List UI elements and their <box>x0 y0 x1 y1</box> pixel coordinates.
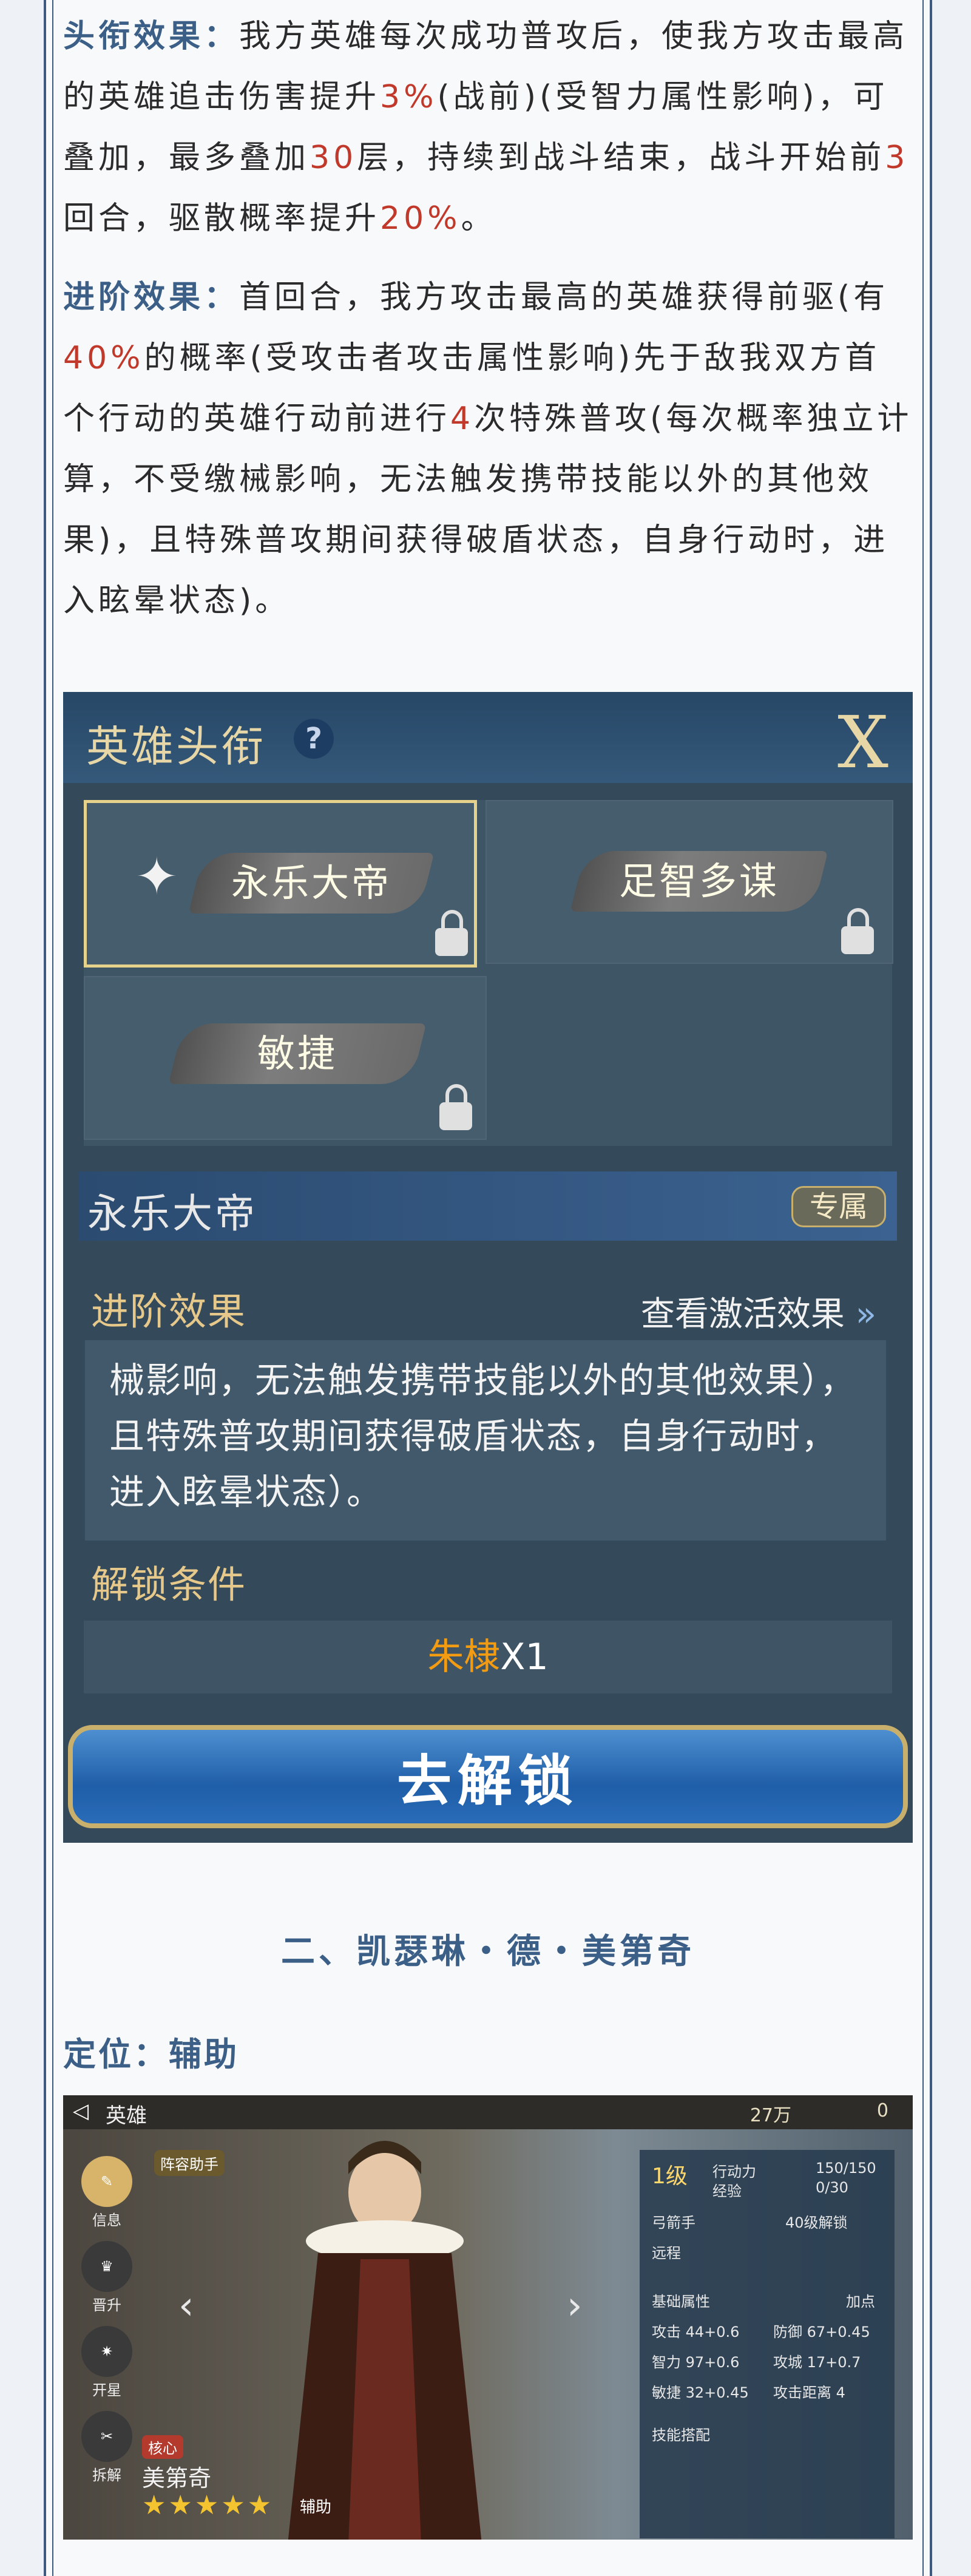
effect-description: 械影响，无法触发携带技能以外的其他效果），且特殊普攻期间获得破盾状态，自身行动时… <box>109 1360 857 1513</box>
back-icon[interactable]: ◁ <box>73 2099 89 2123</box>
view-activation-link[interactable]: 查看激活效果 » <box>641 1287 876 1336</box>
selected-title-bar: 永乐大帝 专属 <box>79 1171 897 1241</box>
go-unlock-button[interactable]: 去解锁 <box>68 1725 908 1828</box>
attr-intellect: 智力 97+0.6 <box>652 2354 740 2371</box>
unlock-condition-heading: 解锁条件 <box>91 1562 247 1607</box>
lock-icon <box>435 910 468 956</box>
sparkle-icon: ✦ <box>135 847 178 906</box>
title-card-zuzhi[interactable]: 足智多谋 <box>486 800 893 964</box>
info-icon[interactable]: ✎ <box>81 2156 132 2207</box>
title-pill: 足智多谋 <box>570 851 828 912</box>
title-card-yongle[interactable]: ✦ 永乐大帝 <box>84 800 477 968</box>
attr-siege: 攻城 17+0.7 <box>773 2354 861 2371</box>
hero-level: 1级 <box>652 2164 688 2189</box>
class-label: 弓箭手 <box>652 2214 695 2231</box>
lock-icon <box>439 1084 472 1130</box>
unlock-hero-name: 朱棣 <box>427 1636 501 1678</box>
side-label: 开星 <box>92 2382 121 2399</box>
double-chevron-icon: » <box>855 1295 876 1334</box>
star-up-icon[interactable]: ✷ <box>81 2326 132 2377</box>
value: 3 <box>885 140 909 176</box>
currency-gems: 0 <box>876 2100 888 2121</box>
hero-stars: ★★★★★ <box>142 2490 274 2521</box>
text: 。 <box>461 200 496 237</box>
text: 回合，驱散概率提升 <box>63 200 381 237</box>
hero-title-dialog: 英雄头衔 ? X ✦ 永乐大帝 足智多谋 敏捷 永乐大帝 专属 进阶效果 查看激… <box>63 692 913 1843</box>
exp-label: 经验 <box>712 2183 742 2200</box>
core-tag: 核心 <box>142 2435 183 2459</box>
advanced-effect-paragraph: 进阶效果：首回合，我方攻击最高的英雄获得前驱(有40%的概率(受攻击者攻击属性影… <box>63 267 913 631</box>
side-label: 晋升 <box>92 2297 121 2314</box>
close-button[interactable]: X <box>837 700 888 784</box>
side-label: 信息 <box>92 2212 121 2229</box>
skill-setup-label: 技能搭配 <box>652 2427 710 2444</box>
value: 20% <box>380 200 461 237</box>
effect-description-box: 械影响，无法触发携带技能以外的其他效果），且特殊普攻期间获得破盾状态，自身行动时… <box>85 1340 886 1541</box>
hero-portrait <box>288 2141 482 2540</box>
unlock-condition-row: 朱棣X1 <box>84 1621 892 1693</box>
screen-title: 英雄 <box>106 2104 147 2128</box>
attr-agility: 敏捷 32+0.45 <box>652 2384 749 2401</box>
link-label: 查看激活效果 <box>640 1295 845 1334</box>
section-heading: 二、凯瑟琳・德・美第奇 <box>281 1932 695 1971</box>
selected-title-name: 永乐大帝 <box>87 1190 257 1237</box>
value: 30 <box>310 140 357 176</box>
title-label: 敏捷 <box>257 1031 337 1076</box>
lineup-assistant-button[interactable]: 阵容助手 <box>154 2150 225 2176</box>
dialog-header: 英雄头衔 ? X <box>63 692 913 784</box>
next-hero-arrow[interactable]: › <box>567 2283 583 2328</box>
article-frame: 头衔效果：我方英雄每次成功普攻后，使我方攻击最高的英雄追击伤害提升3%(战前)(… <box>44 0 932 2576</box>
title-label: 足智多谋 <box>618 859 779 903</box>
value: 3% <box>380 79 438 115</box>
hero-detail-screen: ◁ 英雄 27万 0 ✎ 信息 ♛ 晋升 ✷ 开星 ✂ 拆解 阵容助手 ‹ › … <box>63 2095 913 2540</box>
range-label: 远程 <box>652 2245 681 2262</box>
hero-stats-panel: 1级 行动力 150/150 经验 0/30 弓箭手 远程 40级解锁 基础属性… <box>640 2150 895 2538</box>
text: 层，持续到战斗结束，战斗开始前 <box>357 140 885 176</box>
title-pill: 永乐大帝 <box>188 853 435 913</box>
dismantle-icon[interactable]: ✂ <box>81 2411 132 2462</box>
base-attributes-label: 基础属性 <box>652 2293 710 2310</box>
value: 40% <box>63 340 144 376</box>
help-icon[interactable]: ? <box>294 719 334 759</box>
side-menu: ✎ 信息 ♛ 晋升 ✷ 开星 ✂ 拆解 <box>63 2144 154 2484</box>
add-points-button[interactable]: 加点 <box>846 2290 875 2311</box>
action-label: 行动力 <box>712 2163 756 2180</box>
value: 4 <box>450 401 475 437</box>
title-pill: 敏捷 <box>168 1023 427 1084</box>
title-card-minjie[interactable]: 敏捷 <box>84 976 487 1140</box>
advanced-effect-label: 进阶效果： <box>63 279 240 316</box>
text: 首回合，我方攻击最高的英雄获得前驱(有 <box>239 279 889 316</box>
attr-attack: 攻击 44+0.6 <box>652 2323 740 2340</box>
exp-value: 0/30 <box>816 2179 848 2196</box>
attr-range: 攻击距离 4 <box>773 2384 845 2401</box>
promote-icon[interactable]: ♛ <box>81 2241 132 2292</box>
attr-defense: 防御 67+0.45 <box>773 2323 870 2340</box>
prev-hero-arrow[interactable]: ‹ <box>178 2283 194 2328</box>
role-label: 定位：辅助 <box>63 2035 239 2073</box>
title-effect-label: 头衔效果： <box>63 18 240 55</box>
dialog-title: 英雄头衔 <box>86 722 266 771</box>
hero-name: 美第奇 <box>142 2465 212 2492</box>
unlock-count: X1 <box>500 1636 549 1678</box>
advanced-effect-heading: 进阶效果 <box>91 1289 247 1334</box>
title-effect-paragraph: 头衔效果：我方英雄每次成功普攻后，使我方攻击最高的英雄追击伤害提升3%(战前)(… <box>63 6 913 249</box>
lock-icon <box>841 908 874 954</box>
side-label: 拆解 <box>92 2467 121 2484</box>
title-label: 永乐大帝 <box>231 861 391 905</box>
support-tag: 辅助 <box>300 2498 332 2517</box>
exclusive-badge: 专属 <box>791 1186 886 1227</box>
action-value: 150/150 <box>816 2160 876 2177</box>
title-grid: ✦ 永乐大帝 足智多谋 敏捷 <box>84 800 893 1146</box>
currency-silver: 27万 <box>749 2105 791 2126</box>
unlock-40-label: 40级解锁 <box>785 2214 848 2231</box>
